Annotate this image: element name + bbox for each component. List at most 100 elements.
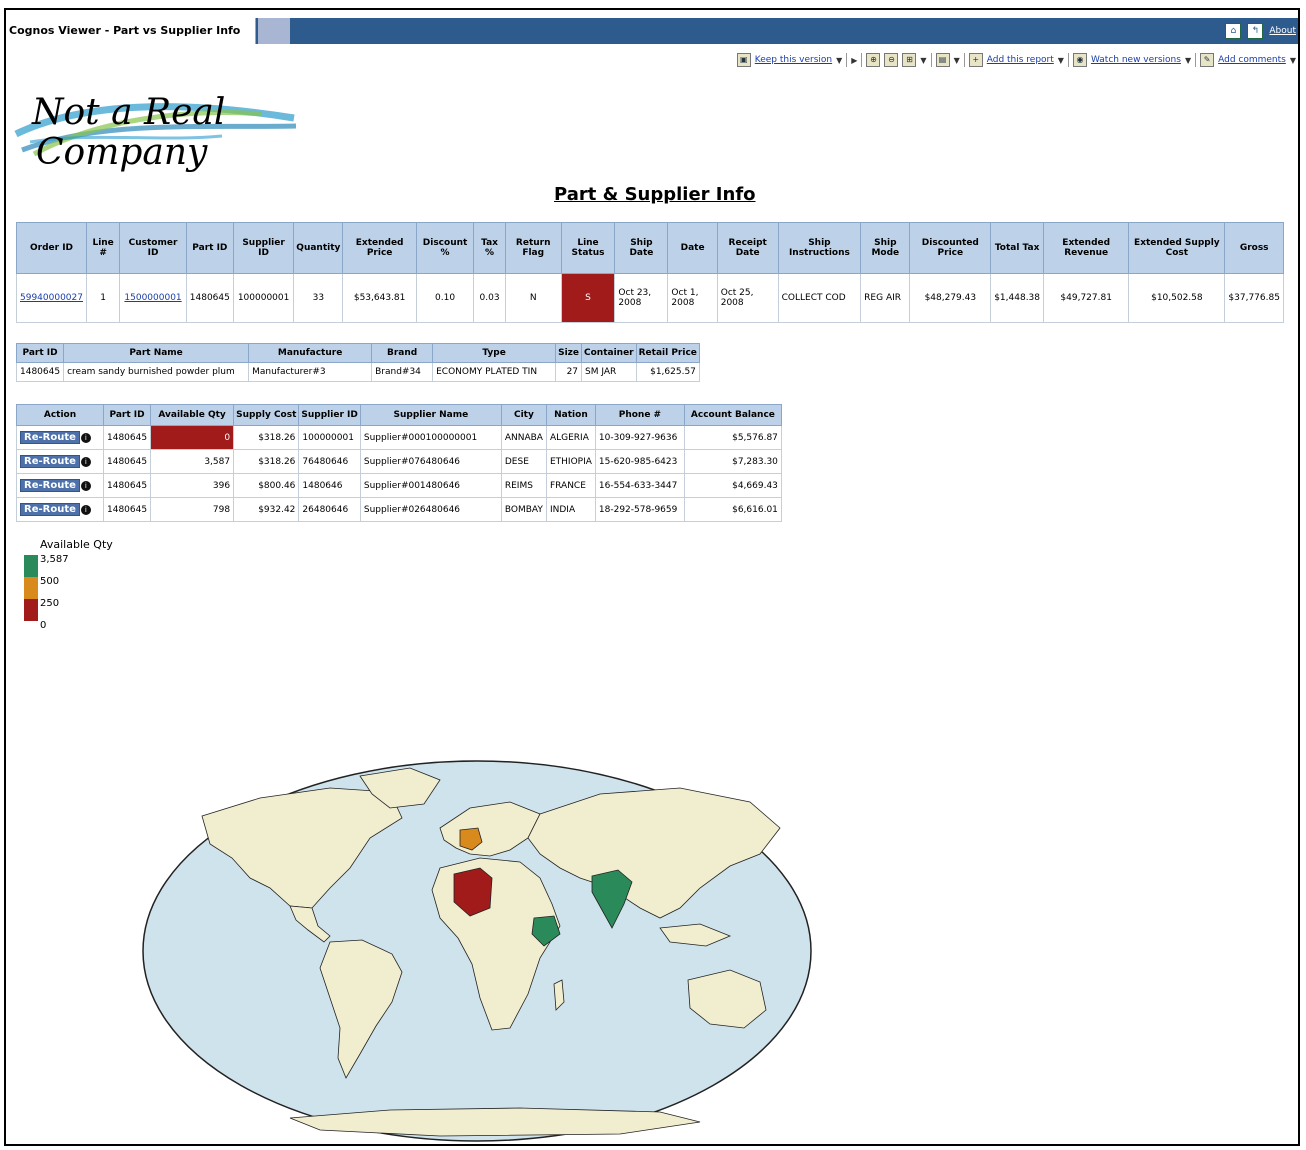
col-receipt-date: Receipt Date bbox=[716, 222, 779, 274]
drill-down-icon[interactable]: ⊕ bbox=[866, 53, 881, 67]
part-name-cell: cream sandy burnished powder plum bbox=[63, 362, 250, 382]
col-supply-cost: Supply Cost bbox=[233, 404, 300, 426]
company-logo: Not a Real Company bbox=[14, 92, 297, 173]
info-icon[interactable]: i bbox=[80, 504, 91, 515]
legend-label: 0 bbox=[40, 620, 47, 631]
ship-date-cell: Oct 23, 2008 bbox=[614, 273, 669, 323]
col-phone: Phone # bbox=[594, 404, 685, 426]
supply-cost-cell: $318.26 bbox=[233, 449, 300, 474]
legend-item: 0 bbox=[24, 621, 113, 633]
info-icon[interactable]: i bbox=[80, 432, 91, 443]
available-qty-cell: 0 bbox=[150, 425, 235, 450]
chevron-down-icon[interactable]: ▼ bbox=[920, 56, 926, 65]
re-route-button[interactable]: Re-Route bbox=[20, 455, 80, 468]
info-icon[interactable]: i bbox=[80, 456, 91, 467]
brand-cell: Brand#34 bbox=[371, 362, 434, 382]
toolbar-divider bbox=[1195, 53, 1197, 67]
chevron-down-icon[interactable]: ▼ bbox=[1290, 56, 1296, 65]
legend-label: 500 bbox=[40, 576, 60, 587]
supplier-name-cell: Supplier#000100000001 bbox=[359, 425, 502, 450]
keep-version-link[interactable]: Keep this version bbox=[755, 55, 832, 65]
world-map[interactable] bbox=[140, 758, 814, 1144]
extended-revenue-cell: $49,727.81 bbox=[1043, 273, 1130, 323]
re-route-button[interactable]: Re-Route bbox=[20, 479, 80, 492]
watch-icon[interactable]: ◉ bbox=[1072, 53, 1087, 67]
container-cell: SM JAR bbox=[581, 362, 637, 382]
col-container: Container bbox=[581, 343, 637, 363]
re-route-button[interactable]: Re-Route bbox=[20, 503, 80, 516]
phone-cell: 16-554-633-3447 bbox=[594, 473, 685, 498]
part-table: Part ID Part Name Manufacture Brand Type… bbox=[15, 343, 700, 382]
line-cell: 1 bbox=[85, 273, 121, 323]
chevron-down-icon[interactable]: ▼ bbox=[1185, 56, 1191, 65]
city-cell: DESE bbox=[500, 449, 547, 474]
view-format-icon[interactable]: ▤ bbox=[935, 53, 950, 67]
drill-up-icon[interactable]: ⊖ bbox=[884, 53, 899, 67]
table-row: 1480645 cream sandy burnished powder plu… bbox=[15, 362, 700, 382]
table-row: Re-Route i 1480645 396 $800.46 1480646 Su… bbox=[16, 473, 782, 498]
phone-cell: 18-292-578-9659 bbox=[594, 497, 685, 522]
chevron-down-icon[interactable]: ▼ bbox=[1058, 56, 1064, 65]
col-city: City bbox=[500, 404, 547, 426]
action-cell: Re-Route i bbox=[16, 449, 104, 474]
customer-id-link[interactable]: 1500000001 bbox=[124, 293, 181, 303]
ship-instructions-cell: COLLECT COD bbox=[777, 273, 862, 323]
order-table-header: Order ID Line # Customer ID Part ID Supp… bbox=[16, 222, 1284, 274]
col-available-qty: Available Qty bbox=[150, 404, 235, 426]
col-part-id: Part ID bbox=[102, 404, 152, 426]
col-type: Type bbox=[432, 343, 557, 363]
order-id-link[interactable]: 59940000027 bbox=[20, 293, 83, 303]
legend-swatch bbox=[24, 599, 38, 621]
about-link[interactable]: About bbox=[1269, 26, 1296, 36]
toolbar-divider bbox=[861, 53, 863, 67]
col-part-id: Part ID bbox=[185, 222, 234, 274]
watch-versions-link[interactable]: Watch new versions bbox=[1091, 55, 1181, 65]
action-cell: Re-Route i bbox=[16, 425, 104, 450]
col-nation: Nation bbox=[545, 404, 596, 426]
play-icon[interactable]: ▶ bbox=[851, 56, 857, 65]
part-id-cell: 1480645 bbox=[102, 473, 152, 498]
home-icon[interactable]: ⌂ bbox=[1225, 23, 1242, 39]
info-icon[interactable]: i bbox=[80, 480, 91, 491]
chevron-down-icon[interactable]: ▼ bbox=[954, 56, 960, 65]
col-ship-instructions: Ship Instructions bbox=[777, 222, 862, 274]
quantity-cell: 33 bbox=[293, 273, 344, 323]
part-id-cell: 1480645 bbox=[102, 497, 152, 522]
supplier-id-cell: 26480646 bbox=[298, 497, 361, 522]
col-tax: Tax % bbox=[473, 222, 506, 274]
extended-price-cell: $53,643.81 bbox=[342, 273, 417, 323]
add-report-icon[interactable]: + bbox=[968, 53, 983, 67]
discounted-price-cell: $48,279.43 bbox=[909, 273, 992, 323]
receipt-date-cell: Oct 25, 2008 bbox=[716, 273, 779, 323]
legend-item: 3,587 bbox=[24, 555, 113, 577]
col-order-id: Order ID bbox=[16, 222, 87, 274]
chevron-down-icon[interactable]: ▼ bbox=[836, 56, 842, 65]
legend-swatch bbox=[24, 555, 38, 577]
col-customer-id: Customer ID bbox=[119, 222, 187, 274]
return-icon[interactable]: ↰ bbox=[1247, 23, 1264, 39]
supply-cost-cell: $932.42 bbox=[233, 497, 300, 522]
window-tab-title[interactable]: Cognos Viewer - Part vs Supplier Info bbox=[6, 18, 256, 44]
col-manufacture: Manufacture bbox=[248, 343, 373, 363]
col-action: Action bbox=[16, 404, 104, 426]
nation-cell: ETHIOPIA bbox=[545, 449, 596, 474]
supplier-table-header: Action Part ID Available Qty Supply Cost… bbox=[16, 404, 782, 426]
toolbar-divider bbox=[963, 53, 965, 67]
legend-swatch bbox=[24, 577, 38, 599]
supplier-id-cell: 1480646 bbox=[298, 473, 361, 498]
part-id-cell: 1480645 bbox=[15, 362, 65, 382]
col-discount: Discount % bbox=[415, 222, 475, 274]
re-route-button[interactable]: Re-Route bbox=[20, 431, 80, 444]
report-toolbar: ▣ Keep this version ▼ ▶ ⊕ ⊖ ⊞ ▼ ▤ ▼ + Ad… bbox=[736, 52, 1296, 68]
keep-version-icon[interactable]: ▣ bbox=[736, 53, 751, 67]
col-return-flag: Return Flag bbox=[504, 222, 562, 274]
related-links-icon[interactable]: ⊞ bbox=[902, 53, 917, 67]
add-report-link[interactable]: Add this report bbox=[987, 55, 1054, 65]
date-cell: Oct 1, 2008 bbox=[667, 273, 718, 323]
add-comments-link[interactable]: Add comments bbox=[1218, 55, 1286, 65]
comment-icon[interactable]: ✎ bbox=[1200, 53, 1215, 67]
col-brand: Brand bbox=[371, 343, 434, 363]
phone-cell: 15-620-985-6423 bbox=[594, 449, 685, 474]
col-gross: Gross bbox=[1224, 222, 1284, 274]
line-status-cell: S bbox=[560, 273, 616, 323]
